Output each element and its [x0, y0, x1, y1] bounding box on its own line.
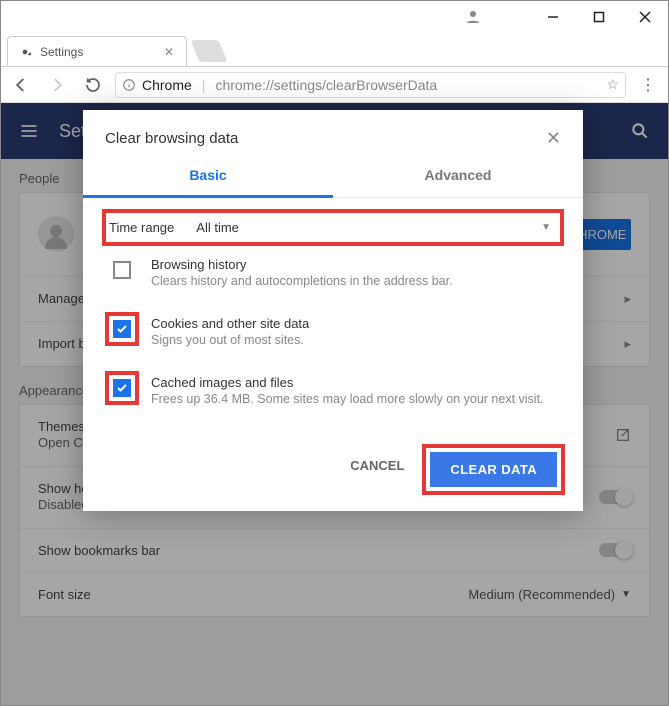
new-tab-button[interactable]: [191, 40, 228, 62]
bookmark-star-icon[interactable]: ☆: [606, 76, 619, 93]
window-close-button[interactable]: [622, 1, 668, 33]
chevron-down-icon: ▼: [541, 222, 551, 233]
time-range-select[interactable]: All time ▼: [194, 218, 557, 237]
window-titlebar: [1, 1, 668, 33]
clear-data-button[interactable]: CLEAR DATA: [430, 452, 557, 487]
checkbox-row: Browsing history Clears history and autoc…: [105, 243, 561, 302]
tab-basic[interactable]: Basic: [83, 155, 333, 198]
profile-icon[interactable]: [464, 8, 482, 26]
forward-button[interactable]: [43, 71, 71, 99]
tab-title: Settings: [40, 45, 83, 59]
tab-advanced[interactable]: Advanced: [333, 155, 583, 198]
info-icon: [122, 78, 136, 92]
checkbox[interactable]: [113, 379, 131, 397]
checkbox-title: Browsing history: [151, 257, 453, 272]
checkbox[interactable]: [113, 261, 131, 279]
checkbox-subtitle: Clears history and autocompletions in th…: [151, 274, 453, 288]
reload-button[interactable]: [79, 71, 107, 99]
close-icon[interactable]: ✕: [162, 45, 176, 59]
cancel-button[interactable]: CANCEL: [332, 448, 422, 491]
checkbox-row: Cached images and files Frees up 36.4 MB.…: [105, 361, 561, 420]
address-field[interactable]: Chrome | chrome://settings/clearBrowserD…: [115, 72, 626, 98]
gear-icon: [18, 45, 32, 59]
address-origin: Chrome: [142, 77, 192, 93]
time-range-row[interactable]: Time range All time ▼: [105, 212, 561, 243]
back-button[interactable]: [7, 71, 35, 99]
dialog-tabs: Basic Advanced: [83, 155, 583, 198]
checkbox-title: Cached images and files: [151, 375, 544, 390]
address-bar: Chrome | chrome://settings/clearBrowserD…: [1, 67, 668, 103]
dialog-title: Clear browsing data: [105, 130, 238, 147]
checkbox-subtitle: Frees up 36.4 MB. Some sites may load mo…: [151, 392, 544, 406]
close-icon[interactable]: ✕: [546, 128, 561, 149]
tab-strip: Settings ✕: [1, 33, 668, 67]
time-range-label: Time range: [109, 220, 174, 235]
checkbox-subtitle: Signs you out of most sites.: [151, 333, 309, 347]
browser-menu-button[interactable]: ⋮: [634, 75, 662, 95]
address-url: chrome://settings/clearBrowserData: [215, 77, 437, 93]
checkbox-row: Cookies and other site data Signs you out…: [105, 302, 561, 361]
checkbox[interactable]: [113, 320, 131, 338]
time-range-value: All time: [196, 220, 239, 235]
window-maximize-button[interactable]: [576, 1, 622, 33]
clear-browsing-data-dialog: Clear browsing data ✕ Basic Advanced Tim…: [83, 110, 583, 511]
checkbox-title: Cookies and other site data: [151, 316, 309, 331]
window-minimize-button[interactable]: [530, 1, 576, 33]
modal-overlay: Clear browsing data ✕ Basic Advanced Tim…: [1, 103, 668, 705]
browser-tab-settings[interactable]: Settings ✕: [7, 36, 187, 66]
